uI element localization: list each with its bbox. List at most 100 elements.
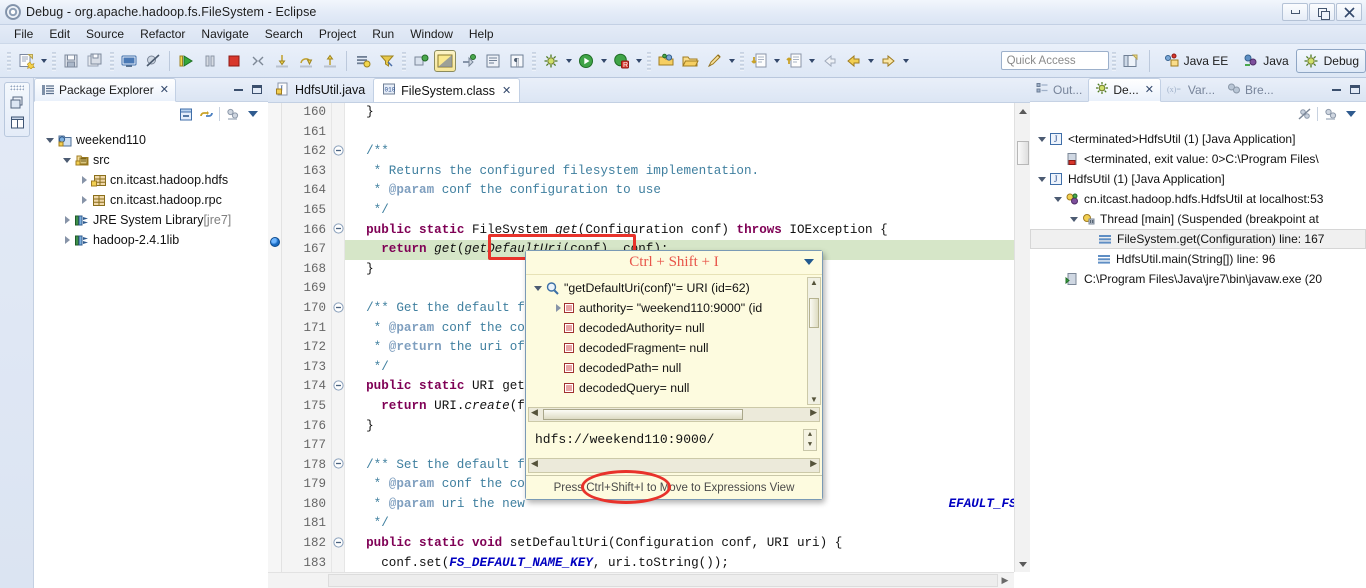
next-annotation-button[interactable] xyxy=(748,50,770,72)
step-over-button[interactable] xyxy=(295,50,317,72)
debug-mode-toggle[interactable] xyxy=(434,49,456,72)
open-folder-button[interactable] xyxy=(679,50,701,72)
debug-view-tab-3[interactable]: Bre... xyxy=(1221,78,1280,102)
debug-tree-item[interactable]: HdfsUtil.main(String[]) line: 96 xyxy=(1030,249,1366,269)
fold-collapse-icon[interactable] xyxy=(332,221,344,241)
code-line[interactable]: } xyxy=(351,103,1030,123)
expander-down-icon[interactable] xyxy=(1036,169,1048,189)
popup-detail-pane[interactable]: hdfs://weekend110:9000/ ▲ ▼ xyxy=(528,426,820,456)
package-explorer-fastview-icon[interactable] xyxy=(8,113,26,131)
editor-vertical-scrollbar[interactable] xyxy=(1014,103,1031,572)
close-icon[interactable]: ✕ xyxy=(160,83,169,96)
editor-tab-hdfsutil-java[interactable]: J HdfsUtil.java xyxy=(268,78,373,102)
resume-button[interactable] xyxy=(175,50,197,72)
toolbar-grip-5[interactable] xyxy=(532,50,536,71)
next-annotation-dropdown[interactable] xyxy=(771,50,782,72)
popup-variable-tree[interactable]: "getDefaultUri(conf)"= URI (id=62) autho… xyxy=(526,275,822,407)
restore-button[interactable] xyxy=(1309,3,1335,21)
debug-tree-item[interactable]: J <terminated>HdfsUtil (1) [Java Applicat… xyxy=(1030,129,1366,149)
code-line[interactable] xyxy=(351,123,1030,143)
breakpoint-marker-icon[interactable] xyxy=(270,237,280,247)
search-marker-button[interactable] xyxy=(703,50,725,72)
expander-down-icon[interactable] xyxy=(44,130,56,150)
focus-on-active-task-icon[interactable] xyxy=(1323,107,1338,122)
expander-right-icon[interactable] xyxy=(61,230,73,250)
marker-ruler[interactable] xyxy=(268,103,282,588)
package-tree-item[interactable]: src xyxy=(34,150,268,170)
use-step-filters-button[interactable] xyxy=(376,50,398,72)
debug-tree-item[interactable]: FileSystem.get(Configuration) line: 167 xyxy=(1030,229,1366,249)
link-with-editor-icon[interactable] xyxy=(199,107,214,122)
popup-scroll-down-button[interactable]: ▼ xyxy=(808,395,820,404)
external-tools-button[interactable] xyxy=(458,50,480,72)
popup-scrollbar-thumb[interactable] xyxy=(809,298,819,328)
forward-history-button[interactable] xyxy=(877,50,899,72)
code-line[interactable]: conf.set(FS_DEFAULT_NAME_KEY, uri.toStri… xyxy=(351,554,1030,574)
restore-perspective-icon[interactable] xyxy=(8,93,26,111)
popup-vertical-scrollbar[interactable]: ▲ ▼ xyxy=(807,277,821,405)
step-return-button[interactable] xyxy=(319,50,341,72)
popup-root-row[interactable]: "getDefaultUri(conf)"= URI (id=62) xyxy=(530,278,822,298)
expander-right-icon[interactable] xyxy=(78,190,90,210)
fold-collapse-icon[interactable] xyxy=(332,456,344,476)
spinner-down-icon[interactable]: ▼ xyxy=(808,442,812,449)
close-icon[interactable]: ✕ xyxy=(1145,83,1154,96)
popup-scroll-up-button[interactable]: ▲ xyxy=(808,278,820,287)
previous-annotation-dropdown[interactable] xyxy=(806,50,817,72)
focus-on-active-task-icon[interactable] xyxy=(225,107,240,122)
run-coverage-dropdown[interactable] xyxy=(633,50,644,72)
menu-window[interactable]: Window xyxy=(402,26,461,42)
toolbar-grip-6[interactable] xyxy=(647,50,651,71)
perspective-java-ee[interactable]: Java EE xyxy=(1156,49,1236,73)
terminal-button[interactable] xyxy=(118,50,140,72)
save-all-button[interactable] xyxy=(84,50,106,72)
popup-scroll-right-button[interactable]: ▶ xyxy=(810,407,817,418)
toolbar-grip-2[interactable] xyxy=(52,50,56,71)
detail-scroll-left-button[interactable]: ◀ xyxy=(531,458,538,469)
code-line[interactable]: public static void setDefaultUri(Configu… xyxy=(351,534,1030,554)
expander-down-icon[interactable] xyxy=(1068,209,1080,229)
previous-annotation-button[interactable] xyxy=(783,50,805,72)
run-dropdown[interactable] xyxy=(598,50,609,72)
debug-tree-item[interactable]: cn.itcast.hadoop.hdfs.HdfsUtil at localh… xyxy=(1030,189,1366,209)
backward-history-button[interactable] xyxy=(842,50,864,72)
package-tree-item[interactable]: cn.itcast.hadoop.hdfs xyxy=(34,170,268,190)
back-button[interactable] xyxy=(818,50,840,72)
toolbar-grip-3[interactable] xyxy=(110,50,114,71)
open-type-button[interactable] xyxy=(482,50,504,72)
menu-refactor[interactable]: Refactor xyxy=(132,26,193,42)
save-button[interactable] xyxy=(60,50,82,72)
view-menu-icon[interactable] xyxy=(1343,107,1358,122)
terminate-button[interactable] xyxy=(223,50,245,72)
popup-variable-row[interactable]: decodedFragment= null xyxy=(530,338,822,358)
toggle-breakpoint-button[interactable] xyxy=(410,50,432,72)
expander-right-icon[interactable] xyxy=(61,210,73,230)
debug-view-tab-1[interactable]: De... ✕ xyxy=(1088,77,1161,102)
popup-scroll-left-button[interactable]: ◀ xyxy=(531,407,538,418)
drop-to-frame-button[interactable] xyxy=(352,50,374,72)
expander-right-icon[interactable] xyxy=(78,170,90,190)
popup-detail-spinner[interactable]: ▲ ▼ xyxy=(803,429,817,451)
run-coverage-button[interactable]: R xyxy=(610,50,632,72)
tab-package-explorer[interactable]: Package Explorer ✕ xyxy=(34,77,176,102)
menu-help[interactable]: Help xyxy=(461,26,502,42)
fast-view-grip[interactable] xyxy=(10,85,24,91)
view-menu-icon[interactable] xyxy=(804,259,814,265)
expander-down-icon[interactable] xyxy=(532,278,544,298)
detail-scroll-right-button[interactable]: ▶ xyxy=(810,458,817,469)
forward-history-dropdown[interactable] xyxy=(900,50,911,72)
package-tree-item[interactable]: hadoop-2.4.1lib xyxy=(34,230,268,250)
new-wizard-button[interactable] xyxy=(15,50,37,72)
popup-hscroll-thumb[interactable] xyxy=(543,409,743,420)
debug-launch-dropdown[interactable] xyxy=(563,50,574,72)
maximize-view-button[interactable] xyxy=(249,82,264,97)
expander-down-icon[interactable] xyxy=(1036,129,1048,149)
editor-horizontal-scrollbar[interactable]: ◀ ▶ xyxy=(268,572,1014,588)
fold-collapse-icon[interactable] xyxy=(332,299,344,319)
package-tree-item[interactable]: cn.itcast.hadoop.rpc xyxy=(34,190,268,210)
scroll-down-button[interactable] xyxy=(1015,556,1031,572)
fold-collapse-icon[interactable] xyxy=(332,142,344,162)
new-wizard-dropdown[interactable] xyxy=(38,50,49,72)
open-resource-button[interactable] xyxy=(655,50,677,72)
debug-hover-popup[interactable]: Ctrl + Shift + I "getDefaultUri(conf)"= … xyxy=(525,250,823,504)
